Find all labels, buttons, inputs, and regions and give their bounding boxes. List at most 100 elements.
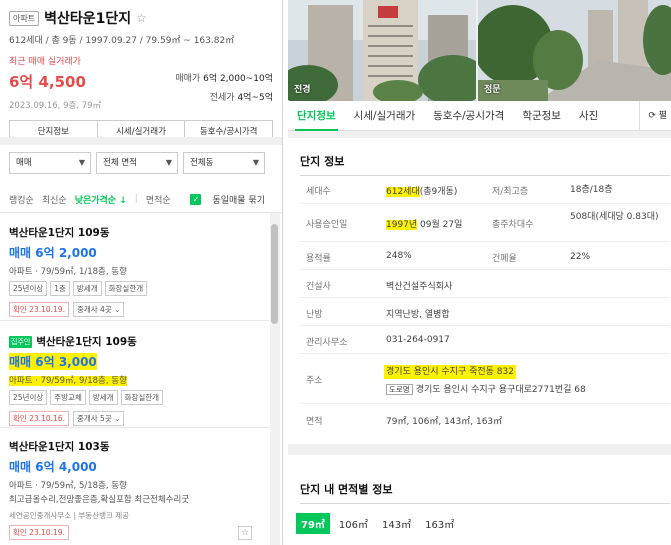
info-row-address: 주소 경기도 용인시 수지구 죽전동 832 도로명 경기도 용인시 수지구 용구… — [300, 354, 670, 404]
checkbox-checked-icon[interactable]: ✓ — [190, 193, 202, 205]
listing-price: 매매 6억 4,000 — [9, 460, 97, 474]
divider — [0, 137, 282, 145]
complex-info-card: 단지 정보 세대수 612세대(총9개동) 저/최고층 18층/18층 사용승인… — [288, 138, 671, 444]
tab-complex-info[interactable]: 단지정보 — [288, 101, 345, 131]
listing-price: 매매 6억 3,000 — [9, 353, 97, 370]
tab-market-price[interactable]: 시세/실거래가 — [345, 101, 425, 131]
area-tab-143[interactable]: 143㎡ — [377, 513, 416, 534]
info-key: 총주차대수 — [492, 220, 534, 230]
photo-label: 정문 — [484, 85, 501, 95]
agent-count-button[interactable]: 중개사 5곳 ⌄ — [72, 411, 125, 426]
section-title: 단지 내 면적별 정보 — [300, 483, 393, 496]
sale-price-label: 매매가 — [175, 74, 201, 84]
tag-chip: 25년이상 — [9, 390, 48, 405]
area-tab-106[interactable]: 106㎡ — [334, 513, 373, 534]
tag-chip: 25년이상 — [9, 281, 48, 296]
tag-chip: 화장실한개 — [120, 390, 164, 405]
expand-button[interactable]: ⟳ 펼 — [639, 100, 667, 131]
scrollbar-thumb[interactable] — [271, 224, 278, 324]
apartment-exterior-photo — [288, 0, 476, 101]
photo-strip: 전경 정문 — [288, 0, 671, 101]
recent-price-label: 최근 매매 실거래가 — [9, 57, 81, 67]
divider — [0, 427, 270, 428]
info-value: 508대(세대당 0.83대) — [570, 212, 659, 222]
chevron-down-icon: ▼ — [78, 158, 85, 167]
trade-type-select[interactable]: 매매 ▼ — [9, 152, 91, 174]
info-value: (총9개동) — [419, 187, 458, 197]
info-value: 22% — [570, 252, 591, 262]
listing-title: 벽산타운1단지 103동 — [9, 441, 110, 453]
listing-desc: 아파트 · 79/59㎡, 5/18층, 동향 — [9, 481, 127, 491]
road-address-badge: 도로명 — [386, 384, 413, 395]
listing-tags: 25년이상 주방교체 방세개 화장실한개 — [9, 390, 265, 405]
listing-agents: 세연공인중개사무소 | 부동산뱅크 제공 — [9, 511, 130, 520]
area-tabs: 79㎡ 106㎡ 143㎡ 163㎡ — [296, 513, 459, 534]
area-info-card: 단지 내 면적별 정보 79㎡ 106㎡ 143㎡ 163㎡ — [288, 455, 671, 545]
recent-price: 6억 4,500 — [9, 73, 86, 91]
sort-low-price[interactable]: 낮은가격순 ↓ — [75, 193, 127, 206]
chevron-down-icon: ▼ — [165, 158, 172, 167]
area-tab-79[interactable]: 79㎡ — [296, 513, 330, 534]
complex-summary: 612세대 / 총 9동 / 1997.09.27 / 79.59㎡ ~ 163… — [9, 36, 235, 46]
info-key: 난방 — [306, 310, 323, 320]
section-title: 단지 정보 — [300, 155, 345, 168]
info-row-approval: 사용승인일 1997년 09월 27일 총주차대수 508대(세대당 0.83대… — [300, 204, 670, 242]
listing-item[interactable]: 벽산타운1단지 103동 매매 6억 4,000 아파트 · 79/59㎡, 5… — [9, 439, 265, 540]
sort-bar: 랭킹순 최신순 낮은가격순 ↓ | 면적순 ✓ 동일매물 묶기 — [9, 192, 273, 206]
info-key: 사용승인일 — [306, 220, 348, 230]
area-select[interactable]: 전체 면적 ▼ — [96, 152, 178, 174]
listing-item[interactable]: 벽산타운1단지 109동 매매 6억 2,000 아파트 · 79/59㎡, 1… — [9, 225, 265, 317]
listing-desc: 아파트 · 79/59㎡, 9/18층, 동향 — [9, 376, 127, 386]
info-value: 18층/18층 — [570, 185, 613, 195]
divider — [0, 212, 282, 213]
info-value: 79㎡, 106㎡, 143㎡, 163㎡ — [386, 417, 503, 427]
building-select[interactable]: 전체동 ▼ — [183, 152, 265, 174]
jeonse-price-range: 4억~5억 — [237, 93, 273, 103]
tab-photos[interactable]: 사진 — [570, 101, 607, 131]
tag-chip: 주방교체 — [50, 390, 86, 405]
sort-area[interactable]: 면적순 — [146, 193, 171, 206]
group-same-listings[interactable]: ✓ 동일매물 묶기 — [190, 193, 273, 206]
favorite-star-icon[interactable]: ☆ — [136, 11, 147, 25]
info-value: 031-264-0917 — [386, 335, 450, 345]
recent-price-date: 2023.09.16, 9층, 79㎡ — [9, 101, 102, 111]
info-value: 248% — [386, 251, 412, 261]
info-row-heating: 난방 지역난방, 열병합 — [300, 298, 670, 326]
sort-ranking[interactable]: 랭킹순 — [9, 193, 34, 206]
divider — [300, 503, 670, 504]
listing-price: 매매 6억 2,000 — [9, 246, 97, 260]
info-value: 09월 27일 — [417, 220, 463, 230]
info-value-highlight: 1997년 — [386, 220, 418, 230]
photo-label: 전경 — [294, 85, 311, 95]
detail-tabs: 단지정보 시세/실거래가 동호수/공시가격 학군정보 사진 ⟳ 펼 — [288, 100, 671, 131]
favorite-star-icon[interactable]: ☆ — [238, 526, 252, 540]
sort-separator: | — [134, 194, 138, 204]
photo-gate[interactable]: 정문 — [478, 0, 671, 101]
listing-desc: 아파트 · 79/59㎡, 1/18층, 동향 — [9, 267, 127, 277]
confirm-date: 확인 23.10.16. — [9, 411, 69, 426]
photo-exterior[interactable]: 전경 — [288, 0, 476, 101]
tag-chip: 화장실한개 — [104, 281, 148, 296]
tab-school-info[interactable]: 학군정보 — [513, 101, 570, 131]
complex-header: 아파트 벽산타운1단지 ☆ 612세대 / 총 9동 / 1997.09.27 … — [0, 0, 282, 144]
address-highlight: 경기도 용인시 수지구 죽전동 832 — [384, 365, 516, 379]
listing-title: 벽산타운1단지 109동 — [36, 336, 137, 348]
listing-comment: 최고급올수리,전망좋은층,확실포함 최근전체수리굿 — [9, 495, 190, 505]
agent-count-button[interactable]: 중개사 4곳 ⌄ — [72, 302, 125, 317]
info-row-floor-ratio: 용적률 248% 건폐율 22% — [300, 242, 670, 270]
tab-unit-price[interactable]: 동호수/공시가격 — [424, 101, 513, 131]
info-row-households: 세대수 612세대(총9개동) 저/최고층 18층/18층 — [300, 176, 670, 204]
filter-bar: 매매 ▼ 전체 면적 ▼ 전체동 ▼ — [9, 152, 265, 174]
apartment-gate-photo — [478, 0, 671, 101]
info-key: 세대수 — [306, 187, 331, 197]
chevron-down-icon: ▼ — [252, 158, 259, 167]
info-key: 용적률 — [306, 254, 331, 264]
owner-tag: 집주인 — [9, 335, 33, 348]
listing-item[interactable]: 집주인 벽산타운1단지 109동 매매 6억 3,000 아파트 · 79/59㎡… — [9, 334, 265, 426]
info-row-area: 면적 79㎡, 106㎡, 143㎡, 163㎡ — [300, 404, 670, 432]
listing-tags: 25년이상 1층 방세개 화장실한개 — [9, 281, 265, 296]
detail-panel: 전경 정문 단지정보 시세/실거래가 동호수/공시가격 학군정보 사진 ⟳ 펼 … — [288, 0, 671, 545]
sort-latest[interactable]: 최신순 — [42, 193, 67, 206]
info-value: 지역난방, 열병합 — [386, 310, 450, 320]
area-tab-163[interactable]: 163㎡ — [420, 513, 459, 534]
